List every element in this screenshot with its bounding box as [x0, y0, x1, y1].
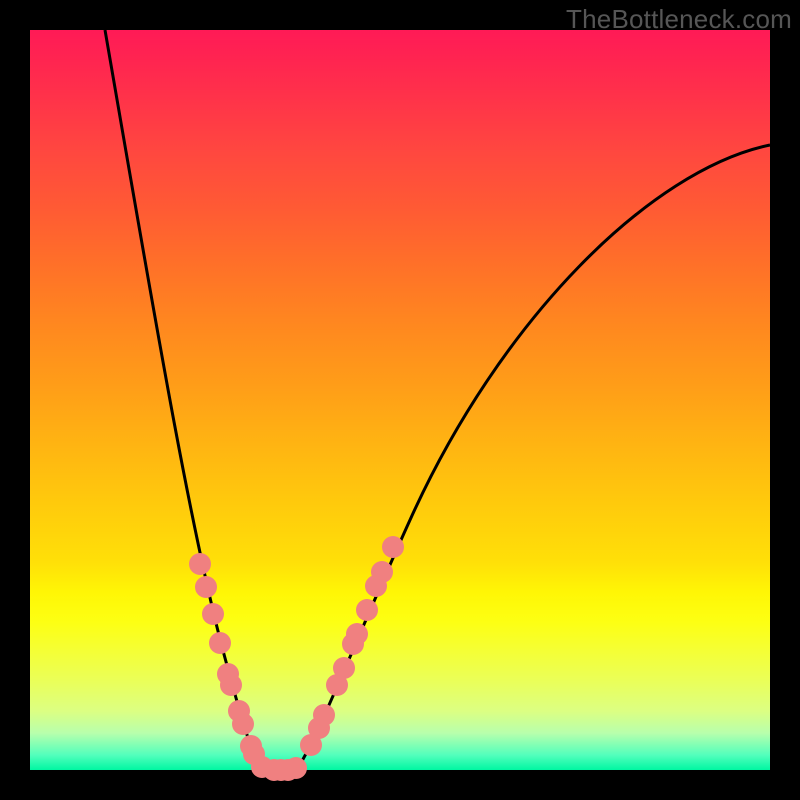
watermark-label: TheBottleneck.com: [566, 4, 792, 35]
chart-marker: [285, 757, 307, 779]
chart-marker: [382, 536, 404, 558]
chart-marker: [371, 561, 393, 583]
chart-marker: [195, 576, 217, 598]
chart-marker: [232, 713, 254, 735]
chart-marker: [220, 674, 242, 696]
chart-marker: [333, 657, 355, 679]
chart-stage: TheBottleneck.com: [0, 0, 800, 800]
chart-markers: [189, 536, 404, 781]
chart-marker: [356, 599, 378, 621]
chart-marker: [313, 704, 335, 726]
chart-plot-area: [30, 30, 770, 770]
chart-marker: [346, 623, 368, 645]
chart-svg: [30, 30, 770, 770]
chart-marker: [202, 603, 224, 625]
chart-marker: [189, 553, 211, 575]
chart-curve: [105, 30, 770, 770]
chart-marker: [209, 632, 231, 654]
